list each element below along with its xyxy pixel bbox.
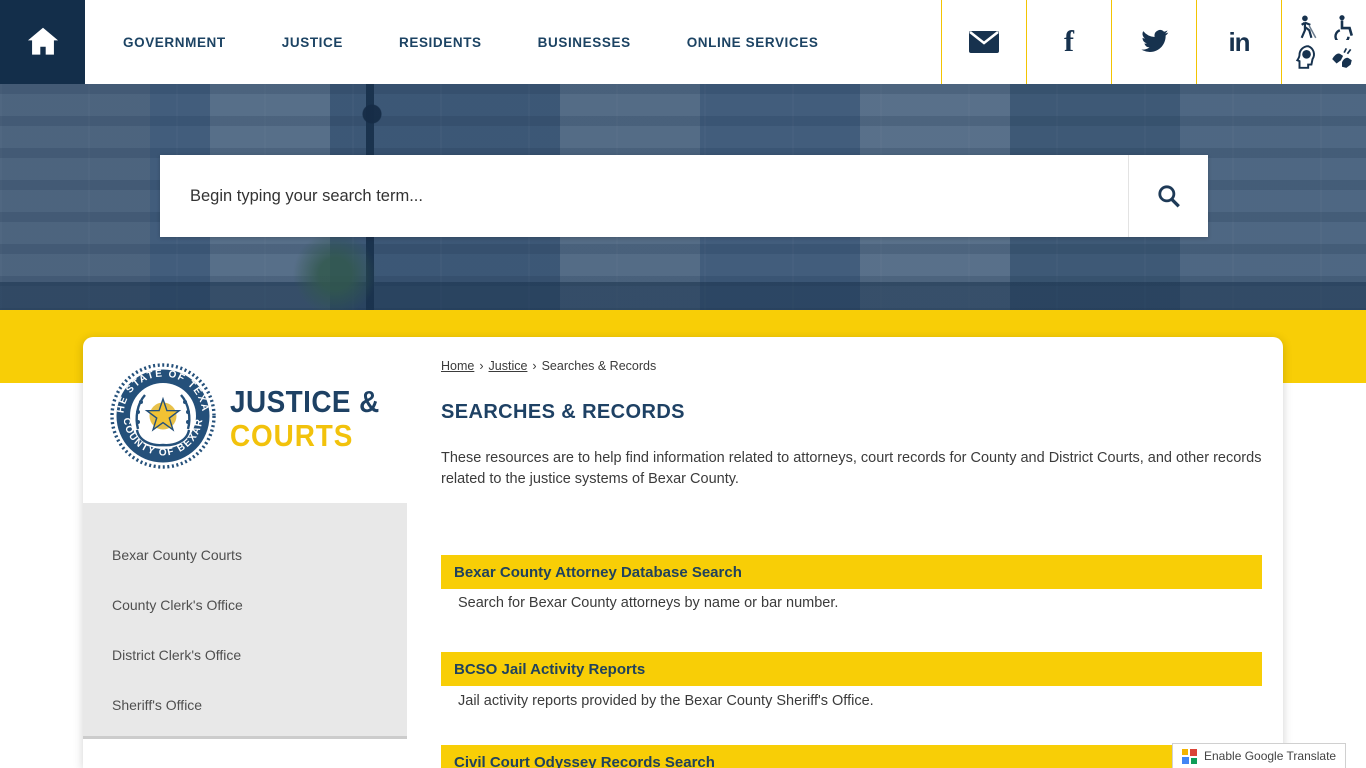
section-civil-court-odyssey[interactable]: Civil Court Odyssey Records Search — [441, 745, 1262, 768]
sidebar-item-district-clerks-office[interactable]: District Clerk's Office — [83, 630, 407, 680]
linkedin-icon: in — [1228, 26, 1250, 57]
content-card: THE STATE OF TEXAS COUNTY OF BEXAR JUSTI… — [83, 337, 1283, 768]
sign-language-icon[interactable] — [1329, 44, 1355, 70]
page-intro: These resources are to help find informa… — [441, 450, 1262, 487]
breadcrumb: Home › Justice › Searches & Records — [441, 359, 656, 373]
nav-item-government[interactable]: GOVERNMENT — [123, 35, 226, 50]
department-name-line1: JUSTICE & — [230, 384, 380, 419]
search-button[interactable] — [1128, 155, 1208, 237]
social-links: f in — [941, 0, 1366, 84]
section-title: Civil Court Odyssey Records Search — [454, 753, 715, 768]
nav-item-businesses[interactable]: BUSINESSES — [538, 35, 631, 50]
section-title: BCSO Jail Activity Reports — [454, 660, 646, 678]
google-translate-label: Enable Google Translate — [1204, 749, 1337, 763]
search-input[interactable] — [160, 155, 1128, 237]
facebook-link[interactable]: f — [1026, 0, 1111, 84]
top-navigation-bar: GOVERNMENT JUSTICE RESIDENTS BUSINESSES … — [0, 0, 1366, 84]
cognitive-access-icon[interactable] — [1293, 44, 1319, 70]
sidebar-item-county-clerks-office[interactable]: County Clerk's Office — [83, 580, 407, 630]
email-icon — [969, 30, 999, 53]
section-title: Bexar County Attorney Database Search — [454, 563, 742, 581]
sidebar-menu: Bexar County Courts County Clerk's Offic… — [83, 503, 407, 739]
section-bcso-jail-description: Jail activity reports provided by the Be… — [458, 693, 874, 709]
page-title: SEARCHES & RECORDS — [441, 401, 685, 423]
bexar-county-seal-icon: THE STATE OF TEXAS COUNTY OF BEXAR — [110, 363, 216, 469]
main-nav: GOVERNMENT JUSTICE RESIDENTS BUSINESSES … — [123, 0, 874, 84]
section-bcso-jail-activity[interactable]: BCSO Jail Activity Reports — [441, 652, 1262, 686]
linkedin-link[interactable]: in — [1196, 0, 1281, 84]
page: GOVERNMENT JUSTICE RESIDENTS BUSINESSES … — [0, 0, 1366, 768]
wheelchair-access-icon[interactable] — [1329, 14, 1355, 40]
nav-item-justice[interactable]: JUSTICE — [282, 35, 343, 50]
nav-item-online-services[interactable]: ONLINE SERVICES — [687, 35, 819, 50]
breadcrumb-separator: › — [532, 359, 537, 373]
google-translate-icon — [1182, 748, 1197, 764]
facebook-icon: f — [1064, 25, 1074, 58]
section-attorney-database-search[interactable]: Bexar County Attorney Database Search — [441, 555, 1262, 589]
breadcrumb-separator: › — [479, 359, 484, 373]
sidebar-item-bexar-county-courts[interactable]: Bexar County Courts — [83, 530, 407, 580]
breadcrumb-home[interactable]: Home — [441, 359, 474, 373]
site-search — [160, 155, 1208, 237]
department-name-line2: COURTS — [230, 418, 354, 453]
twitter-icon — [1141, 30, 1169, 53]
home-icon — [27, 27, 58, 55]
accessibility-links — [1281, 0, 1366, 84]
email-link[interactable] — [941, 0, 1026, 84]
department-name: JUSTICE & COURTS — [230, 385, 380, 469]
blind-access-icon[interactable] — [1293, 14, 1319, 40]
nav-item-residents[interactable]: RESIDENTS — [399, 35, 482, 50]
sidebar-item-sheriffs-office[interactable]: Sheriff's Office — [83, 680, 407, 730]
breadcrumb-justice[interactable]: Justice — [489, 359, 528, 373]
twitter-link[interactable] — [1111, 0, 1196, 84]
search-icon — [1157, 185, 1180, 208]
department-logo[interactable]: THE STATE OF TEXAS COUNTY OF BEXAR JUSTI… — [110, 363, 396, 469]
home-button[interactable] — [0, 0, 85, 84]
section-attorney-database-description: Search for Bexar County attorneys by nam… — [458, 595, 839, 611]
accessibility-icon-grid — [1293, 14, 1355, 70]
breadcrumb-current: Searches & Records — [541, 359, 657, 373]
enable-google-translate-button[interactable]: Enable Google Translate — [1172, 743, 1347, 768]
